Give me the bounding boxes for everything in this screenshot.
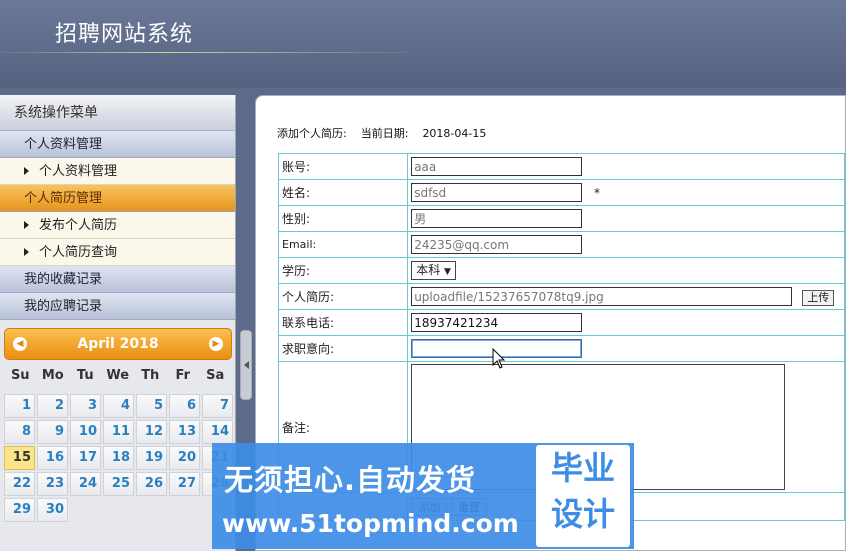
chevron-left-icon[interactable]: ◀ [13,337,27,351]
form-row-name: 姓名: * [277,179,845,206]
calendar-day[interactable]: 8 [4,420,35,444]
resume-file-input[interactable] [411,287,793,306]
watermark-seal-top: 毕业 [550,449,615,487]
account-label: 账号: [277,153,409,180]
calendar-day[interactable]: 7 [202,394,233,418]
upload-button[interactable]: 上传 [802,289,835,306]
calendar-day[interactable]: 22 [4,472,35,496]
calendar-day[interactable]: 18 [103,446,134,470]
triangle-right-icon [24,167,29,175]
education-label: 学历: [277,257,409,284]
calendar-day[interactable]: 1 [4,394,35,418]
calendar-day[interactable]: 17 [70,446,101,470]
date-label: 当前日期: [360,127,409,140]
chevron-down-icon: ▼ [444,267,451,277]
calendar-weekday: Th [141,368,160,383]
menu-item-publish-resume[interactable]: 发布个人简历 [0,212,235,239]
calendar-day[interactable]: 13 [169,420,200,444]
calendar: ◀ April 2018 ▶ Su Mo Tu We Th Fr Sa 1234567891… [4,328,233,522]
form-row-account: 账号: [277,153,845,180]
gender-input[interactable] [411,209,583,228]
site-title: 招聘网站系统 [55,22,194,47]
calendar-day-today[interactable]: 15 [4,446,35,470]
calendar-weekday: We [106,368,130,383]
calendar-day[interactable]: 27 [169,472,200,496]
calendar-header: ◀ April 2018 ▶ [4,328,232,360]
name-input[interactable] [411,183,583,202]
calendar-day[interactable]: 2 [37,394,68,418]
calendar-day[interactable]: 5 [136,394,167,418]
phone-label: 联系电话: [277,309,409,336]
form-row-education: 学历: 本科 ▼ [277,257,845,284]
calendar-day[interactable]: 29 [4,498,35,522]
mouse-cursor-icon [492,348,506,369]
menu-group-resume[interactable]: 个人简历管理 [0,185,235,212]
menu-group-applications[interactable]: 我的应聘记录 [0,293,235,320]
page-label: 添加个人简历: [277,127,347,140]
calendar-weekday: Su [10,368,30,383]
calendar-day[interactable]: 24 [70,472,101,496]
menu-group-profile[interactable]: 个人资料管理 [0,131,235,158]
watermark-seal-bottom: 设计 [550,495,615,533]
calendar-day[interactable]: 25 [103,472,134,496]
sidebar-collapse-handle[interactable] [240,330,252,400]
calendar-day[interactable]: 26 [136,472,167,496]
menu-item-query-resume[interactable]: 个人简历查询 [0,239,235,266]
calendar-weekdays: Su Mo Tu We Th Fr Sa [4,368,232,388]
calendar-day[interactable]: 3 [70,394,101,418]
menu-item-label: 发布个人简历 [39,218,118,233]
chevron-right-icon[interactable]: ▶ [209,337,223,351]
calendar-day[interactable]: 12 [136,420,167,444]
watermark-banner: 无须担心.自动发货 www.51topmind.com 毕业 设计 [212,443,634,549]
header: 招聘网站系统 [0,0,846,88]
calendar-weekday: Mo [41,368,64,383]
page-header: 添加个人简历: 当前日期: 2018-04-15 [277,125,486,141]
calendar-day[interactable]: 11 [103,420,134,444]
watermark-line2: www.51topmind.com [222,509,519,538]
form-row-email: Email: [277,231,845,258]
calendar-month: April 2018 [77,336,159,352]
calendar-day[interactable]: 10 [70,420,101,444]
title-underline [0,52,410,53]
menu-title: 系统操作菜单 [0,95,235,131]
menu-item-label: 个人简历查询 [39,245,118,260]
calendar-day[interactable]: 6 [169,394,200,418]
intention-label: 求职意向: [277,335,409,362]
watermark-line1: 无须担心.自动发货 [224,463,477,497]
account-input[interactable] [411,157,583,176]
phone-input[interactable] [411,313,583,332]
resume-label: 个人简历: [277,283,409,310]
menu-group-favorites[interactable]: 我的收藏记录 [0,266,235,293]
form-row-resume: 个人简历: 上传 [277,283,845,310]
calendar-day[interactable]: 20 [169,446,200,470]
calendar-day[interactable]: 23 [37,472,68,496]
triangle-right-icon [24,248,29,256]
education-select[interactable]: 本科 ▼ [411,261,456,280]
education-selected: 本科 [416,263,441,277]
calendar-day[interactable]: 14 [202,420,233,444]
calendar-day[interactable]: 30 [37,498,68,522]
calendar-day[interactable]: 9 [37,420,68,444]
name-label: 姓名: [277,179,409,206]
menu-item-label: 个人资料管理 [39,164,118,179]
email-label: Email: [277,231,409,258]
calendar-day[interactable]: 16 [37,446,68,470]
gender-label: 性别: [277,205,409,232]
calendar-day[interactable]: 4 [103,394,134,418]
form-row-gender: 性别: [277,205,845,232]
calendar-weekday: Fr [175,368,190,383]
form-row-phone: 联系电话: [277,309,845,336]
calendar-weekday: Tu [76,368,94,383]
sidebar: 系统操作菜单 个人资料管理 个人资料管理 个人简历管理 发布个人简历 个人简历查… [0,95,236,551]
calendar-weekday: Sa [206,368,225,383]
required-mark: * [594,185,601,200]
calendar-day[interactable]: 19 [136,446,167,470]
form-row-intention: 求职意向: [277,335,845,362]
menu-item-profile-manage[interactable]: 个人资料管理 [0,158,235,185]
email-input[interactable] [411,235,583,254]
triangle-right-icon [24,221,29,229]
calendar-grid: 1234567891011121314151617181920212223242… [4,394,233,522]
date-value: 2018-04-15 [422,127,487,140]
watermark-seal: 毕业 设计 [536,445,630,547]
